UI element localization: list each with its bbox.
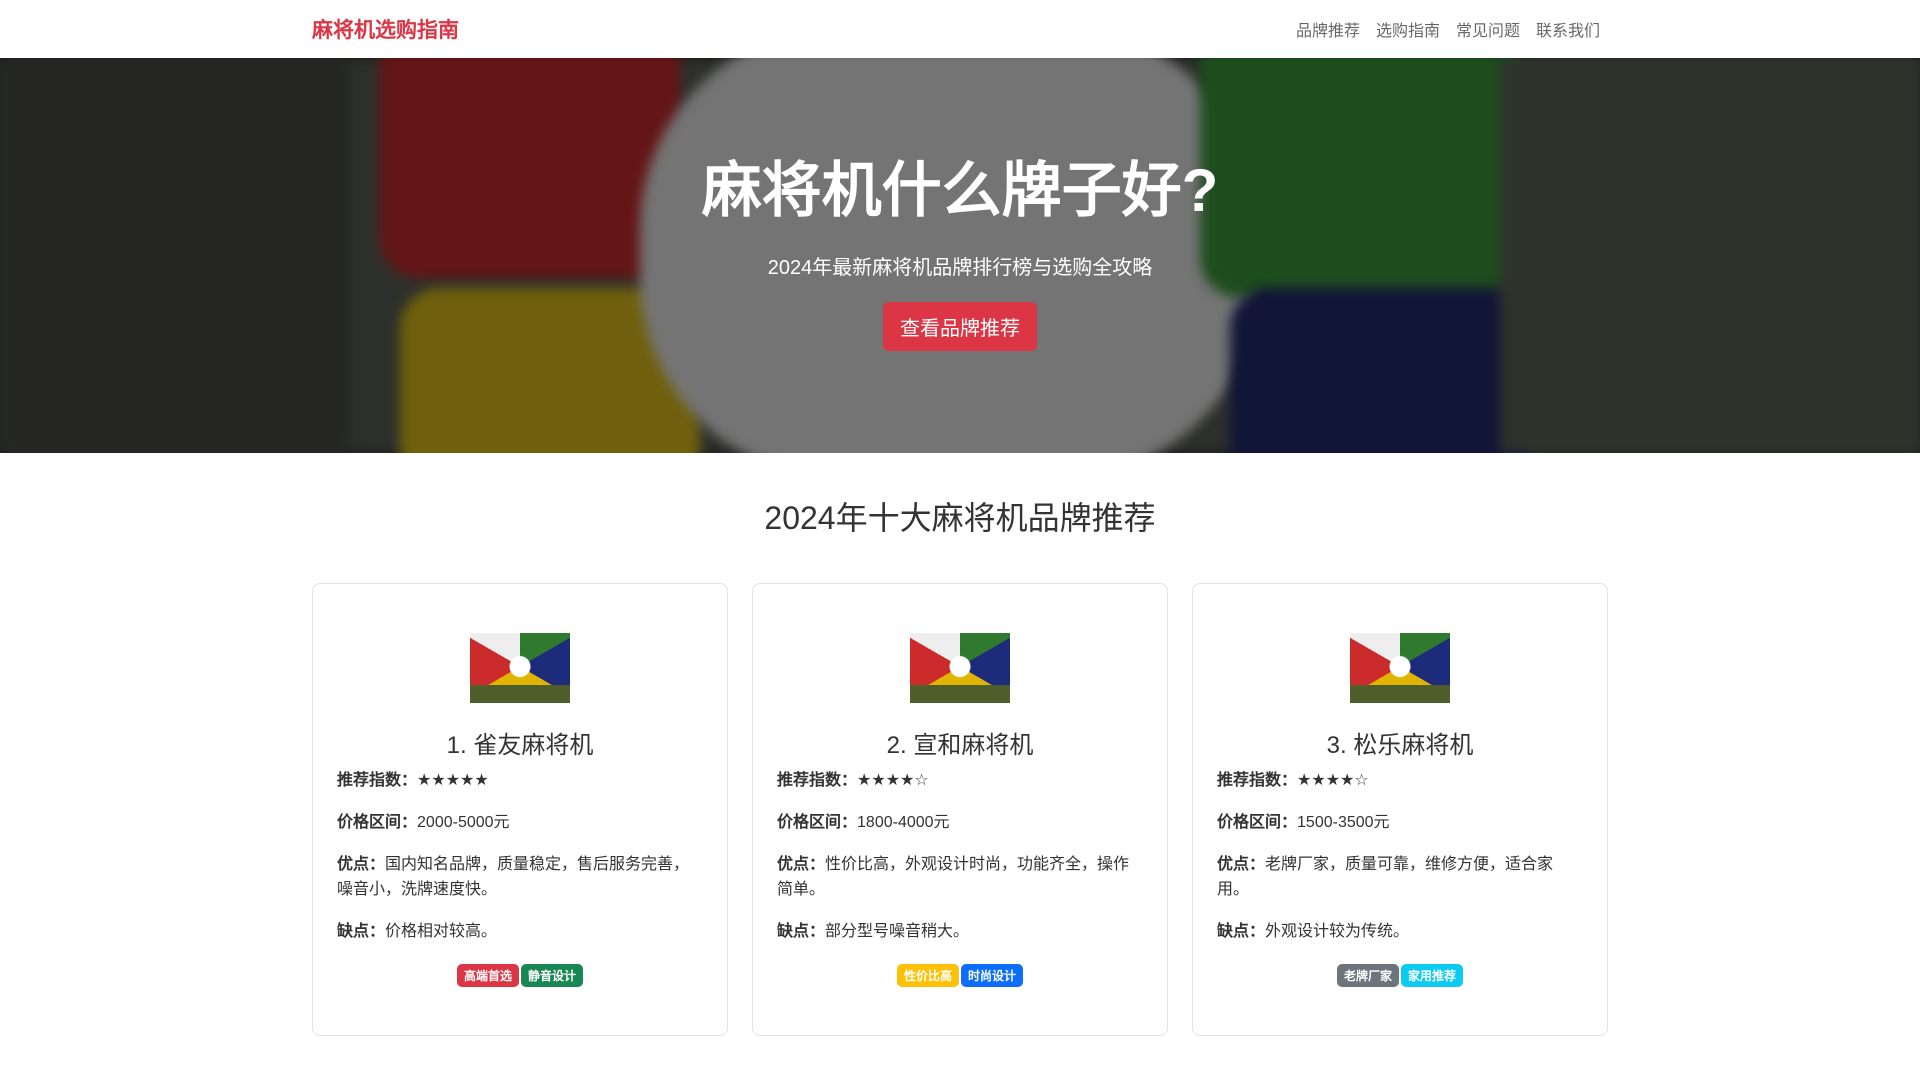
cons-label: 缺点： bbox=[777, 923, 826, 940]
badge-group: 性价比高 时尚设计 bbox=[777, 964, 1143, 987]
price-label: 价格区间： bbox=[1217, 814, 1298, 831]
rating-label: 推荐指数： bbox=[1217, 772, 1298, 789]
cons-row: 缺点：部分型号噪音稍大。 bbox=[777, 919, 1143, 944]
cons-label: 缺点： bbox=[337, 923, 386, 940]
rating-stars: ★★★★☆ bbox=[857, 772, 929, 789]
badge-group: 老牌厂家 家用推荐 bbox=[1217, 964, 1583, 987]
pros-label: 优点： bbox=[1217, 856, 1266, 873]
rating-row: 推荐指数：★★★★★ bbox=[337, 768, 703, 793]
tag-badge: 高端首选 bbox=[456, 964, 519, 987]
rating-row: 推荐指数：★★★★☆ bbox=[1217, 768, 1583, 793]
price-row: 价格区间：1500-3500元 bbox=[1217, 810, 1583, 835]
hero-subtitle: 2024年最新麻将机品牌排行榜与选购全攻略 bbox=[767, 257, 1153, 279]
cons-value: 外观设计较为传统。 bbox=[1265, 923, 1410, 940]
nav-link-brands[interactable]: 品牌推荐 bbox=[1288, 17, 1368, 41]
hero-banner: 麻将机什么牌子好? 2024年最新麻将机品牌排行榜与选购全攻略 查看品牌推荐 bbox=[0, 58, 1920, 453]
rating-stars: ★★★★☆ bbox=[1297, 772, 1369, 789]
navbar: 麻将机选购指南 品牌推荐 选购指南 常见问题 联系我们 bbox=[0, 0, 1920, 58]
tag-badge: 性价比高 bbox=[896, 964, 959, 987]
brand-title: 3. 松乐麻将机 bbox=[1326, 732, 1474, 759]
pros-label: 优点： bbox=[337, 856, 386, 873]
tag-badge: 老牌厂家 bbox=[1336, 964, 1399, 987]
brand-image bbox=[1350, 633, 1450, 703]
brand-card: 2. 宣和麻将机 推荐指数：★★★★☆ 价格区间：1800-4000元 优点：性… bbox=[752, 583, 1168, 1036]
cons-row: 缺点：价格相对较高。 bbox=[337, 919, 703, 944]
cons-row: 缺点：外观设计较为传统。 bbox=[1217, 919, 1583, 944]
cons-value: 价格相对较高。 bbox=[385, 923, 498, 940]
brand-image bbox=[910, 633, 1010, 703]
brand-image bbox=[470, 633, 570, 703]
section-title: 2024年十大麻将机品牌推荐 bbox=[764, 500, 1156, 536]
price-label: 价格区间： bbox=[777, 814, 858, 831]
price-row: 价格区间：1800-4000元 bbox=[777, 810, 1143, 835]
price-value: 1500-3500元 bbox=[1297, 814, 1390, 831]
pros-row: 优点：国内知名品牌，质量稳定，售后服务完善，噪音小，洗牌速度快。 bbox=[337, 852, 703, 902]
nav-links: 品牌推荐 选购指南 常见问题 联系我们 bbox=[1288, 17, 1608, 41]
price-value: 1800-4000元 bbox=[857, 814, 950, 831]
view-brands-button[interactable]: 查看品牌推荐 bbox=[883, 302, 1037, 351]
tag-badge: 时尚设计 bbox=[961, 964, 1024, 987]
rating-label: 推荐指数： bbox=[337, 772, 418, 789]
hero-title: 麻将机什么牌子好? bbox=[701, 157, 1219, 224]
rating-row: 推荐指数：★★★★☆ bbox=[777, 768, 1143, 793]
cons-value: 部分型号噪音稍大。 bbox=[825, 923, 970, 940]
brand-title: 2. 宣和麻将机 bbox=[886, 732, 1034, 759]
price-value: 2000-5000元 bbox=[417, 814, 510, 831]
rating-label: 推荐指数： bbox=[777, 772, 858, 789]
nav-link-faq[interactable]: 常见问题 bbox=[1448, 17, 1528, 41]
pros-value: 老牌厂家，质量可靠，维修方便，适合家用。 bbox=[1217, 856, 1554, 898]
brand-title: 1. 雀友麻将机 bbox=[446, 732, 594, 759]
pros-row: 优点：老牌厂家，质量可靠，维修方便，适合家用。 bbox=[1217, 852, 1583, 902]
rating-stars: ★★★★★ bbox=[417, 772, 489, 789]
brand-card: 1. 雀友麻将机 推荐指数：★★★★★ 价格区间：2000-5000元 优点：国… bbox=[312, 583, 728, 1036]
nav-link-guide[interactable]: 选购指南 bbox=[1368, 17, 1448, 41]
tag-badge: 家用推荐 bbox=[1401, 964, 1464, 987]
brand-cards: 1. 雀友麻将机 推荐指数：★★★★★ 价格区间：2000-5000元 优点：国… bbox=[0, 583, 1920, 1036]
tag-badge: 静音设计 bbox=[521, 964, 584, 987]
badge-group: 高端首选 静音设计 bbox=[337, 964, 703, 987]
nav-link-contact[interactable]: 联系我们 bbox=[1528, 17, 1608, 41]
pros-value: 性价比高，外观设计时尚，功能齐全，操作简单。 bbox=[777, 856, 1130, 898]
pros-row: 优点：性价比高，外观设计时尚，功能齐全，操作简单。 bbox=[777, 852, 1143, 902]
price-label: 价格区间： bbox=[337, 814, 418, 831]
brand-card: 3. 松乐麻将机 推荐指数：★★★★☆ 价格区间：1500-3500元 优点：老… bbox=[1192, 583, 1608, 1036]
pros-value: 国内知名品牌，质量稳定，售后服务完善，噪音小，洗牌速度快。 bbox=[337, 856, 690, 898]
cons-label: 缺点： bbox=[1217, 923, 1266, 940]
price-row: 价格区间：2000-5000元 bbox=[337, 810, 703, 835]
pros-label: 优点： bbox=[777, 856, 826, 873]
brand-logo[interactable]: 麻将机选购指南 bbox=[312, 14, 459, 44]
